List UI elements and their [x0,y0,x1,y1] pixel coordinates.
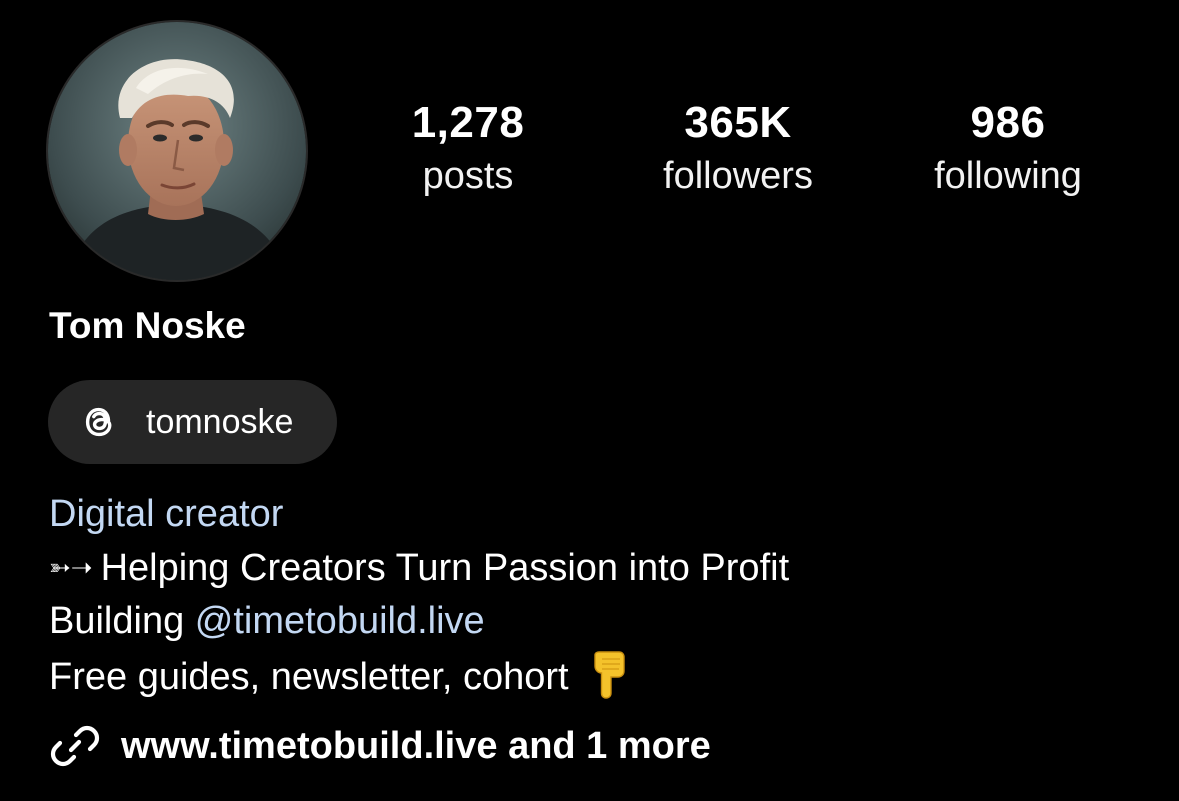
link-icon [49,720,101,772]
profile-category[interactable]: Digital creator [49,490,283,538]
following-label: following [934,155,1082,197]
profile-name: Tom Noske [49,305,246,346]
followers-label: followers [663,155,813,197]
bio-line-3: Free guides, newsletter, cohort [49,651,629,701]
bio-line-2-text: Building [49,600,195,642]
posts-count: 1,278 [411,98,525,147]
arrow-glyph: ➳➝ [49,552,93,582]
pointing-down-hand-icon [589,651,629,699]
external-link-text[interactable]: www.timetobuild.live and 1 more [121,725,711,768]
bio-line-1: ➳➝ Helping Creators Turn Passion into Pro… [49,543,789,592]
following-count: 986 [970,98,1046,147]
threads-icon [78,401,120,443]
profile-photo-icon [48,22,306,280]
mention-link[interactable]: @timetobuild.live [195,600,485,642]
followers-count: 365K [684,98,792,147]
external-link-row[interactable]: www.timetobuild.live and 1 more [49,720,711,772]
posts-stat[interactable]: 1,278 posts [348,96,588,202]
threads-handle: tomnoske [146,402,294,441]
followers-stat[interactable]: 365K followers [618,96,858,202]
threads-badge-button[interactable]: tomnoske [48,380,337,464]
bio-line-1-text: Helping Creators Turn Passion into Profi… [100,547,790,589]
bio-line-3-text: Free guides, newsletter, cohort [49,656,569,698]
profile-avatar[interactable] [48,22,306,280]
bio-line-2: Building @timetobuild.live [49,597,485,645]
posts-label: posts [422,155,514,197]
following-stat[interactable]: 986 following [888,96,1128,202]
